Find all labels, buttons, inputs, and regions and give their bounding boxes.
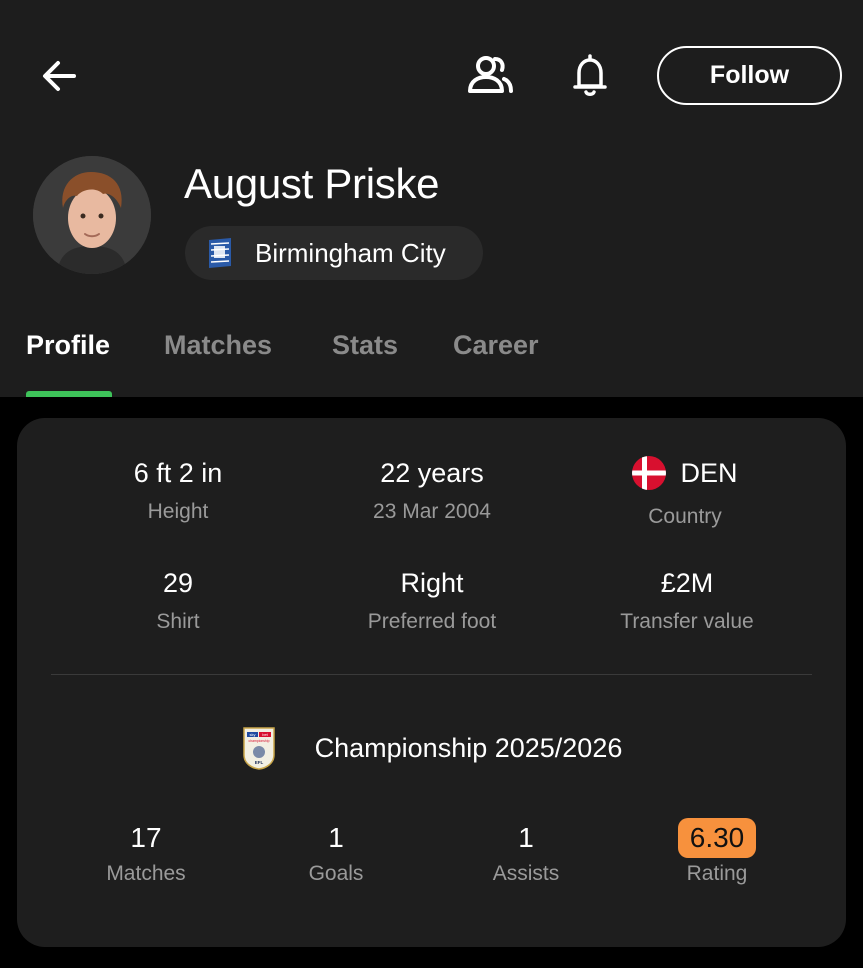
shirt-value: 29 [162, 568, 194, 598]
matches-label: Matches [106, 862, 186, 885]
league-season-name: Championship 2025/2026 [314, 732, 623, 763]
player-header: Follow August Priske Birmingham City Pro… [0, 0, 863, 397]
back-arrow-icon [43, 61, 76, 91]
country-label: Country [648, 505, 722, 528]
svg-text:EFL: EFL [254, 760, 263, 765]
active-tab-indicator [26, 391, 112, 397]
shirt-label: Shirt [156, 610, 200, 633]
tab-matches[interactable]: Matches [164, 330, 272, 361]
foot-label: Preferred foot [367, 610, 497, 633]
height-value: 6 ft 2 in [133, 458, 223, 488]
goals-value: 1 [328, 822, 344, 853]
goals-label: Goals [308, 862, 364, 885]
league-logo-icon: sky bet championship EFL [242, 727, 275, 770]
league-header[interactable]: sky bet championship EFL Championship 20… [17, 723, 846, 773]
team-crest-icon [209, 238, 231, 268]
matches-value: 17 [130, 822, 162, 853]
rating-stat: 6.30 Rating [617, 818, 817, 886]
notifications-button[interactable] [567, 50, 613, 100]
height-label: Height [147, 500, 209, 523]
tab-profile[interactable]: Profile [26, 330, 110, 361]
transfer-stat: £2M Transfer value [567, 566, 807, 634]
age-stat: 22 years 23 Mar 2004 [312, 456, 552, 524]
assists-label: Assists [492, 862, 560, 885]
shirt-stat: 29 Shirt [58, 566, 298, 634]
player-name: August Priske [184, 160, 440, 207]
tab-stats[interactable]: Stats [332, 330, 398, 361]
svg-text:championship: championship [248, 739, 269, 743]
squad-button[interactable] [462, 52, 516, 98]
birth-date-label: 23 Mar 2004 [373, 500, 491, 523]
svg-text:bet: bet [262, 732, 268, 737]
country-value: DEN [680, 458, 738, 488]
player-avatar [33, 156, 151, 274]
section-divider [51, 674, 812, 675]
team-name: Birmingham City [255, 237, 446, 268]
tab-bar: Profile Matches Stats Career [0, 318, 863, 397]
rating-badge: 6.30 [677, 818, 757, 858]
bell-icon [573, 54, 607, 96]
back-button[interactable] [38, 55, 80, 97]
country-value-row: DEN [565, 456, 805, 490]
profile-card: 6 ft 2 in Height 22 years 23 Mar 2004 DE… [17, 418, 846, 947]
height-stat: 6 ft 2 in Height [58, 456, 298, 524]
tab-career[interactable]: Career [453, 330, 539, 361]
player-photo-icon [33, 156, 151, 274]
rating-value-row: 6.30 [617, 818, 817, 858]
assists-value: 1 [518, 822, 534, 853]
foot-value: Right [400, 568, 464, 598]
goals-stat: 1 Goals [236, 818, 436, 886]
country-stat: DEN Country [565, 456, 805, 529]
people-icon [468, 56, 513, 93]
svg-text:sky: sky [249, 732, 255, 737]
denmark-flag-icon [632, 456, 667, 490]
age-value: 22 years [380, 458, 484, 488]
matches-stat: 17 Matches [46, 818, 246, 886]
rating-label: Rating [686, 862, 748, 885]
transfer-label: Transfer value [620, 610, 754, 633]
follow-button[interactable]: Follow [657, 46, 842, 105]
foot-stat: Right Preferred foot [312, 566, 552, 634]
transfer-value: £2M [660, 568, 714, 598]
assists-stat: 1 Assists [426, 818, 626, 886]
team-chip[interactable]: Birmingham City [185, 226, 483, 280]
